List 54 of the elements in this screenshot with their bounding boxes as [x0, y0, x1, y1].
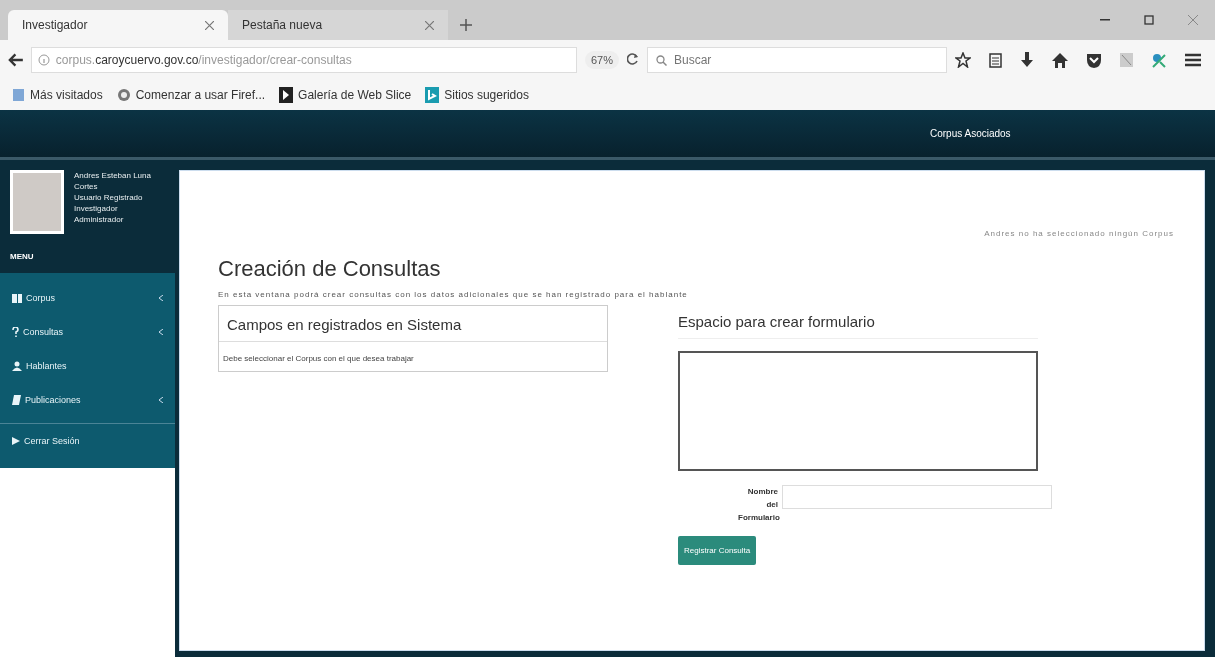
bookmark-item[interactable]: Comenzar a usar Firef...	[116, 88, 266, 102]
form-area[interactable]	[678, 351, 1038, 471]
user-info: Administrador	[74, 214, 125, 225]
menu-item[interactable]: Hablantes	[0, 349, 175, 383]
menu-title: MENU	[0, 248, 175, 273]
bing-icon	[425, 87, 440, 103]
input-field[interactable]	[782, 485, 1052, 509]
bookmark-item[interactable]: Más visitados	[12, 88, 103, 102]
clipboard-icon[interactable]	[989, 52, 1002, 68]
user-info: Investigador	[74, 203, 119, 214]
shield-icon[interactable]	[1086, 52, 1102, 68]
grid-icon	[12, 293, 22, 303]
logout-item[interactable]: Cerrar Sesión	[0, 424, 175, 458]
reload-button[interactable]	[627, 52, 639, 68]
zoom-level[interactable]: 67%	[584, 51, 619, 69]
bookmark-item[interactable]: Sitios sugeridos	[425, 87, 529, 103]
panel-title: Campos en registrados en Sistema	[219, 306, 607, 342]
person-icon	[12, 361, 22, 371]
menu-item[interactable]: Consultas	[0, 315, 175, 349]
back-icon[interactable]	[8, 53, 23, 67]
user-info: Andres Esteban Luna Cortes	[74, 170, 152, 192]
panel-title: Espacio para crear formulario	[678, 313, 1038, 339]
notice-text: Andres no ha seleccionado ningún Corpus	[984, 229, 1174, 238]
browser-tab[interactable]: Pestaña nueva	[228, 10, 448, 40]
close-icon[interactable]	[205, 20, 214, 30]
page-title: Creación de Consultas	[218, 256, 442, 282]
star-icon[interactable]	[955, 52, 971, 68]
url-text: corpus.caroycuervo.gov.co/investigador/crear-consultas	[55, 53, 352, 67]
question-icon	[12, 327, 19, 337]
close-icon	[1188, 15, 1198, 25]
page-icon	[12, 88, 25, 102]
field-label: Nombre del Formulario	[738, 486, 778, 524]
info-icon	[37, 54, 50, 66]
avatar-placeholder	[10, 170, 64, 234]
description-text: En esta ventana podrá crear consultas con los datos adicionales que se han registrado para el hablante	[218, 290, 689, 299]
browser-tab[interactable]: Investigador	[8, 10, 228, 40]
menu-item[interactable]: Publicaciones	[0, 383, 175, 417]
restore-icon	[1144, 15, 1154, 25]
bookmark-item[interactable]: Galería de Web Slice	[279, 87, 412, 103]
plus-icon	[460, 19, 472, 31]
user-info: Usuario Registrado	[74, 192, 144, 203]
search-field[interactable]: Buscar	[647, 47, 947, 73]
menu-icon[interactable]	[1185, 53, 1201, 67]
menu-item[interactable]: Corpus	[0, 281, 175, 315]
close-icon[interactable]	[425, 20, 434, 30]
submit-button[interactable]: Registrar Consulta	[678, 536, 757, 565]
panel-message: Debe seleccionar el Corpus con el que desea trabajar	[222, 353, 415, 365]
minimize-icon	[1100, 19, 1110, 21]
reload-icon	[627, 53, 639, 65]
nav-link[interactable]: Corpus Asociados	[930, 128, 1011, 139]
download-icon[interactable]	[1020, 52, 1034, 68]
sign-out-icon	[12, 437, 20, 445]
address-bar[interactable]: corpus.caroycuervo.gov.co/investigador/crear-consultas	[30, 47, 577, 73]
home-icon[interactable]	[1052, 52, 1068, 68]
